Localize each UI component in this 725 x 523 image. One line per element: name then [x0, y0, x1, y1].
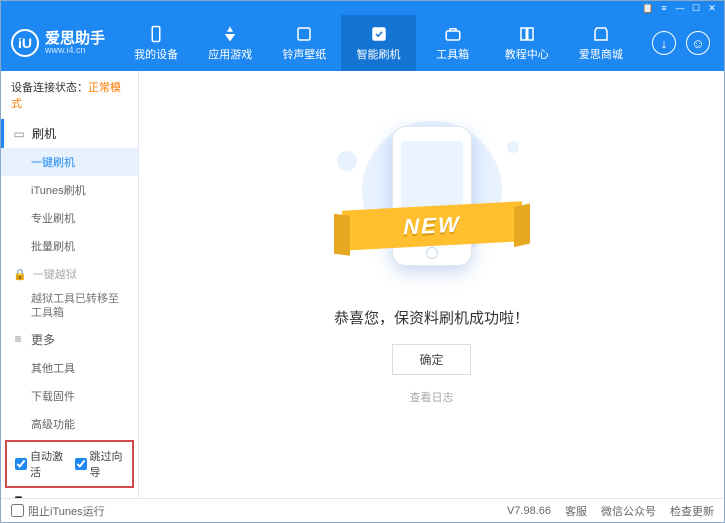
tab-tutorials[interactable]: 教程中心: [490, 15, 564, 71]
body: 设备连接状态：正常模式 ▭刷机 一键刷机 iTunes刷机 专业刷机 批量刷机 …: [1, 71, 724, 498]
toolbox-icon: [444, 25, 462, 43]
tab-label: 爱思商城: [579, 46, 623, 62]
window-controls: 📋 ≡ — ☐ ✕: [1, 1, 724, 15]
logo-icon: iU: [11, 29, 39, 57]
section-more[interactable]: ≡ 更多: [1, 325, 138, 354]
status-label: 设备连接状态：: [11, 82, 88, 94]
main-area: NEW 恭喜您，保资料刷机成功啦！ 确定 查看日志: [139, 71, 724, 498]
footer: 阻止iTunes运行 V7.98.66 客服 微信公众号 检查更新: [1, 498, 724, 522]
view-log-link[interactable]: 查看日志: [410, 389, 454, 405]
tab-label: 应用游戏: [208, 46, 252, 62]
phone-icon: ▭: [12, 127, 26, 141]
new-ribbon: NEW: [342, 201, 522, 250]
sidebar-item-advanced[interactable]: 高级功能: [1, 410, 138, 438]
header: iU 爱思助手 www.i4.cn 我的设备 应用游戏 铃声壁纸 智能刷机 工具…: [1, 15, 724, 71]
lock-icon: 🔒: [13, 268, 27, 281]
close-icon[interactable]: ✕: [706, 3, 718, 14]
app-window: 📋 ≡ — ☐ ✕ iU 爱思助手 www.i4.cn 我的设备 应用游戏 铃声…: [0, 0, 725, 523]
tab-store[interactable]: 爱思商城: [564, 15, 638, 71]
app-icon: [221, 25, 239, 43]
options-row: 自动激活 跳过向导: [5, 440, 134, 488]
checkbox-label: 自动激活: [30, 448, 65, 480]
minimize-icon[interactable]: —: [674, 3, 686, 13]
tab-ringtones[interactable]: 铃声壁纸: [267, 15, 341, 71]
jailbreak-note: 越狱工具已转移至 工具箱: [1, 288, 138, 325]
sidebar-item-itunes-flash[interactable]: iTunes刷机: [1, 176, 138, 204]
list-icon: ≡: [11, 332, 25, 346]
sidebar-item-download-firmware[interactable]: 下载固件: [1, 382, 138, 410]
logo-area[interactable]: iU 爱思助手 www.i4.cn: [1, 29, 119, 57]
wallpaper-icon: [295, 25, 313, 43]
app-name: 爱思助手: [45, 31, 105, 46]
flash-icon: [370, 25, 388, 43]
version-label: V7.98.66: [507, 505, 551, 517]
checkbox-auto-activate[interactable]: 自动激活: [15, 448, 65, 480]
checkbox-label: 阻止iTunes运行: [28, 503, 105, 519]
success-message: 恭喜您，保资料刷机成功啦！: [334, 307, 529, 328]
checkbox-label: 跳过向导: [90, 448, 125, 480]
footer-wechat[interactable]: 微信公众号: [601, 503, 656, 519]
sidebar-item-oneclick-flash[interactable]: 一键刷机: [1, 148, 138, 176]
footer-update[interactable]: 检查更新: [670, 503, 714, 519]
checkbox-block-itunes[interactable]: 阻止iTunes运行: [11, 503, 105, 519]
note-line: 越狱工具已转移至: [31, 292, 128, 306]
success-illustration: NEW: [332, 111, 532, 281]
jailbreak-label: 一键越狱: [33, 266, 77, 282]
confirm-button[interactable]: 确定: [392, 344, 470, 375]
tab-label: 我的设备: [134, 46, 178, 62]
tab-toolbox[interactable]: 工具箱: [416, 15, 490, 71]
sidebar-item-pro-flash[interactable]: 专业刷机: [1, 204, 138, 232]
sidebar-item-other-tools[interactable]: 其他工具: [1, 354, 138, 382]
book-icon: [518, 25, 536, 43]
sidebar-item-batch-flash[interactable]: 批量刷机: [1, 232, 138, 260]
note-line: 工具箱: [31, 306, 128, 320]
menu-icon[interactable]: ≡: [658, 3, 670, 13]
section-label: 更多: [31, 331, 55, 348]
section-label: 刷机: [32, 125, 56, 142]
tab-my-device[interactable]: 我的设备: [119, 15, 193, 71]
task-icon[interactable]: 📋: [642, 3, 654, 14]
section-flash[interactable]: ▭ 刷机: [1, 119, 138, 148]
tab-label: 教程中心: [505, 46, 549, 62]
nav-tabs: 我的设备 应用游戏 铃声壁纸 智能刷机 工具箱 教程中心 爱思商城: [119, 15, 638, 71]
tab-label: 智能刷机: [357, 46, 401, 62]
store-icon: [592, 25, 610, 43]
checkbox-skip-guide[interactable]: 跳过向导: [75, 448, 125, 480]
footer-service[interactable]: 客服: [565, 503, 587, 519]
checkbox-input[interactable]: [75, 458, 87, 470]
header-actions: ↓ ☺: [638, 31, 724, 55]
download-icon[interactable]: ↓: [652, 31, 676, 55]
sidebar-item-jailbreak: 🔒 一键越狱: [1, 260, 138, 288]
tab-smart-flash[interactable]: 智能刷机: [341, 15, 415, 71]
connection-status: 设备连接状态：正常模式: [1, 71, 138, 119]
ribbon-text: NEW: [403, 211, 460, 240]
phone-icon: [147, 25, 165, 43]
user-icon[interactable]: ☺: [686, 31, 710, 55]
tab-label: 工具箱: [436, 46, 469, 62]
checkbox-input[interactable]: [15, 458, 27, 470]
device-block[interactable]: 📱iPhone 12 mini 64GB Down-12mini-13,1: [1, 490, 138, 498]
tab-apps-games[interactable]: 应用游戏: [193, 15, 267, 71]
sidebar: 设备连接状态：正常模式 ▭刷机 一键刷机 iTunes刷机 专业刷机 批量刷机 …: [1, 71, 139, 498]
tab-label: 铃声壁纸: [282, 46, 326, 62]
checkbox-input[interactable]: [11, 504, 24, 517]
maximize-icon[interactable]: ☐: [690, 3, 702, 14]
app-url: www.i4.cn: [45, 46, 105, 55]
